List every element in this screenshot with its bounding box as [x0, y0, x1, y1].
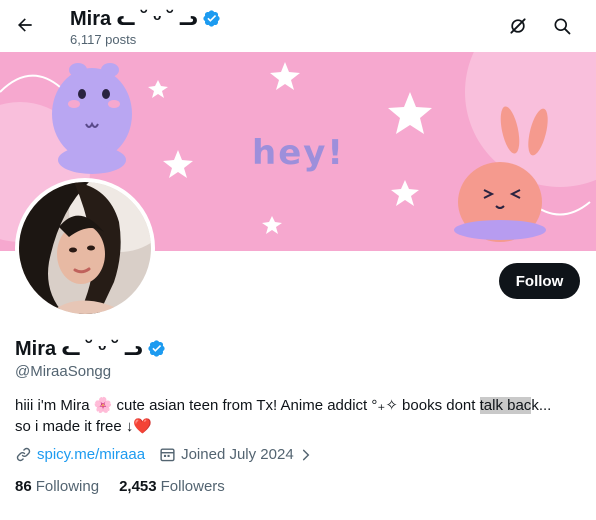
header-posts-count: 6,117 posts [70, 32, 137, 47]
profile-avatar[interactable] [15, 178, 155, 318]
bio-selected-text: talk bac [479, 397, 532, 414]
profile-bio: hiii i'm Mira 🌸 cute asian teen from Tx!… [15, 395, 585, 437]
joined-date: Joined July 2024 [181, 446, 294, 463]
header-title: Mira ᓚ ˘ ᵕ ˘ ᓗ [70, 6, 221, 31]
profile-handle: @MiraaSongg [15, 363, 112, 380]
bio-line-1: hiii i'm Mira 🌸 cute asian teen from Tx!… [15, 395, 585, 416]
chevron-right-icon [302, 449, 310, 460]
verified-badge-icon [203, 10, 220, 27]
verified-badge-icon[interactable] [147, 339, 166, 358]
followers-link[interactable]: 2,453 Followers [119, 478, 225, 495]
arrow-left-icon [18, 18, 32, 32]
link-icon [16, 447, 31, 462]
profile-website[interactable]: spicy.me/miraaa [15, 446, 145, 463]
header-display-name: Mira ᓚ ˘ ᵕ ˘ ᓗ [70, 8, 198, 30]
bio-line-2: so i made it free ↓❤️ [15, 418, 153, 435]
follow-button[interactable]: Follow [499, 263, 580, 299]
followers-label: Followers [160, 478, 225, 495]
bio-text: hiii i'm Mira 🌸 cute asian teen from Tx!… [15, 397, 480, 414]
grok-icon [510, 18, 526, 34]
profile-name-row: Mira ᓚ ˘ ᵕ ˘ ᓗ [15, 336, 166, 361]
search-icon [554, 18, 571, 35]
profile-joined[interactable]: Joined July 2024 [159, 446, 313, 463]
following-link[interactable]: 86 Following [15, 478, 99, 495]
profile-display-name: Mira ᓚ ˘ ᵕ ˘ ᓗ [15, 338, 143, 360]
banner-text: hey! [252, 133, 345, 173]
following-count: 86 [15, 478, 32, 495]
calendar-icon [160, 448, 175, 462]
back-button[interactable] [8, 8, 42, 42]
search-button[interactable] [545, 9, 579, 43]
website-link[interactable]: spicy.me/miraaa [37, 446, 145, 463]
profile-header: Mira ᓚ ˘ ᵕ ˘ ᓗ 6,117 posts [0, 0, 596, 52]
profile-stats: 86 Following 2,453 Followers [15, 478, 245, 495]
avatar-photo [19, 182, 151, 314]
followers-count: 2,453 [119, 478, 157, 495]
profile-meta: spicy.me/miraaa Joined July 2024 [15, 446, 327, 463]
bio-text-end: k... [531, 397, 552, 414]
following-label: Following [35, 478, 100, 495]
grok-button[interactable] [501, 9, 535, 43]
